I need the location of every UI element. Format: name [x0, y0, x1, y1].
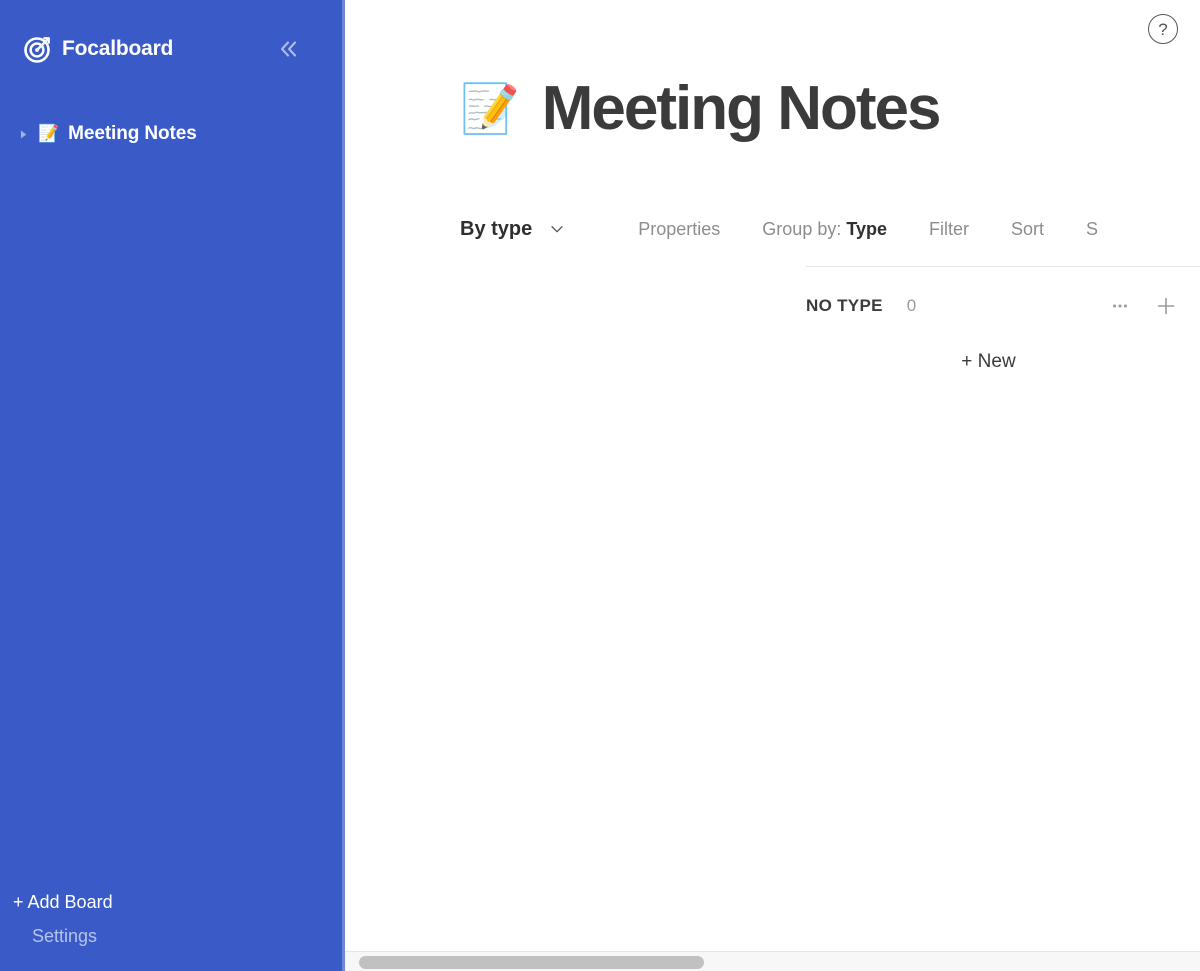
horizontal-scrollbar[interactable]: [345, 951, 1200, 971]
sidebar-board-list: 📝 Meeting Notes: [0, 118, 345, 150]
sidebar-item-meeting-notes[interactable]: 📝 Meeting Notes: [0, 118, 345, 150]
view-selector-label: By type: [460, 217, 533, 240]
kanban-column-no-type: NO TYPE 0 + New: [806, 288, 1200, 386]
kanban-column-title[interactable]: NO TYPE: [806, 296, 883, 316]
target-bullseye-icon: [24, 35, 52, 63]
kanban-column-header: NO TYPE 0: [806, 288, 1200, 324]
sidebar-header: Focalboard: [24, 28, 325, 70]
sidebar-collapse-button[interactable]: [273, 34, 303, 64]
brand-logo-link[interactable]: Focalboard: [24, 35, 173, 63]
properties-button[interactable]: Properties: [638, 219, 720, 240]
kanban-board: NO TYPE 0 + New: [806, 288, 1200, 949]
kanban-column-actions: [1109, 295, 1200, 317]
sidebar: Focalboard 📝 Meeting Notes + Add Board S…: [0, 0, 345, 971]
filter-button[interactable]: Filter: [929, 219, 969, 240]
toolbar-divider: [806, 266, 1200, 267]
plus-icon[interactable]: [1155, 295, 1177, 317]
ellipsis-icon[interactable]: [1109, 295, 1131, 317]
sort-button[interactable]: Sort: [1011, 219, 1044, 240]
sidebar-item-label: Meeting Notes: [68, 123, 197, 144]
chevron-down-icon: [548, 220, 566, 238]
question-circle-icon[interactable]: ?: [1148, 14, 1178, 44]
sidebar-footer: + Add Board Settings: [0, 885, 345, 971]
view-selector[interactable]: By type: [460, 218, 566, 241]
group-by-button[interactable]: Group by: Type: [762, 219, 887, 240]
page-title[interactable]: Meeting Notes: [542, 78, 942, 140]
horizontal-scrollbar-thumb[interactable]: [359, 956, 704, 969]
caret-right-icon[interactable]: [18, 129, 38, 140]
memo-emoji: 📝: [38, 123, 60, 144]
search-button[interactable]: S: [1086, 219, 1098, 240]
brand-name: Focalboard: [62, 37, 174, 60]
board-header: 📝 Meeting Notes: [460, 78, 942, 140]
chevron-double-left-icon: [275, 36, 301, 62]
view-toolbar: By type Properties Group by: Type Filter…: [460, 207, 1200, 251]
group-by-prefix: Group by:: [762, 218, 847, 239]
settings-button[interactable]: Settings: [0, 919, 345, 953]
main-content: ? 📝 Meeting Notes By type Properties Gro…: [345, 0, 1200, 971]
kanban-column-count: 0: [906, 296, 917, 315]
board-icon-memo-emoji[interactable]: 📝: [460, 85, 520, 133]
add-board-button[interactable]: + Add Board: [0, 885, 345, 919]
add-card-button[interactable]: + New: [806, 338, 1200, 386]
focalboard-app: Focalboard 📝 Meeting Notes + Add Board S…: [0, 0, 1200, 971]
group-by-value: Type: [846, 218, 888, 239]
